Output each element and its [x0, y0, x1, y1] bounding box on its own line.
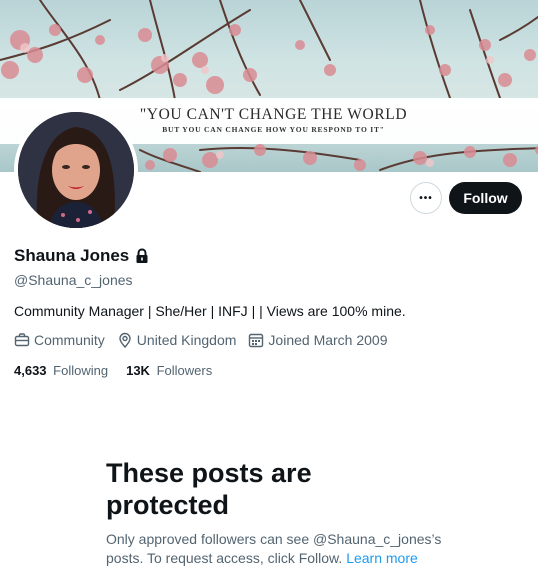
location-label: United Kingdom	[136, 332, 237, 348]
protected-title: These posts are protected	[106, 458, 312, 520]
category-label[interactable]: Community	[34, 332, 105, 348]
lock-icon	[135, 248, 149, 264]
briefcase-icon	[14, 333, 30, 347]
more-dots-icon: •••	[419, 192, 433, 204]
profile-meta: Community United Kingdom Joined March 20…	[14, 332, 400, 348]
learn-more-link[interactable]: Learn more	[346, 550, 418, 566]
avatar[interactable]	[14, 108, 138, 232]
location-pin-icon	[119, 332, 131, 348]
following-link[interactable]: 4,633 Following	[14, 363, 108, 378]
joined-label: Joined March 2009	[268, 332, 388, 348]
protected-message-block: Only approved followers can see @Shauna_…	[106, 530, 446, 568]
following-count: 4,633	[14, 363, 47, 378]
followers-count: 13K	[126, 363, 150, 378]
display-name: Shauna Jones	[14, 246, 130, 265]
followers-label: Followers	[156, 363, 213, 378]
avatar-photo	[18, 112, 134, 228]
followers-link[interactable]: 13K Followers	[126, 363, 212, 378]
name-row: Shauna Jones	[14, 246, 149, 266]
joined-item: Joined March 2009	[248, 332, 388, 348]
location-item: United Kingdom	[117, 332, 237, 348]
follow-stats: 4,633 Following 13K Followers	[14, 363, 230, 378]
scroll-gutter	[538, 0, 547, 575]
follow-button[interactable]: Follow	[449, 182, 522, 214]
more-options-button[interactable]: •••	[410, 182, 442, 214]
bio: Community Manager | She/Her | INFJ | | V…	[14, 303, 406, 319]
calendar-icon	[249, 333, 264, 348]
category-item: Community	[14, 332, 105, 348]
handle: @Shauna_c_jones	[14, 272, 133, 288]
following-label: Following	[53, 363, 109, 378]
